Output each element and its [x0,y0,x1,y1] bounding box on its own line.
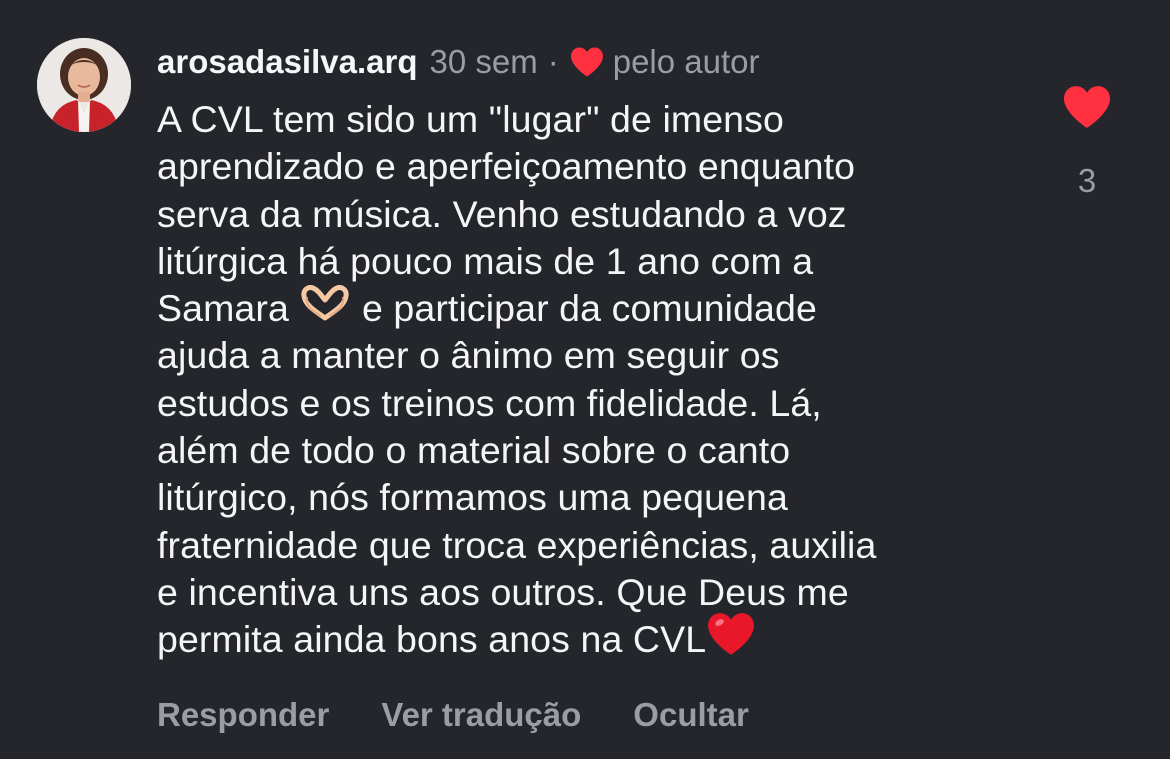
liked-by-author-label: pelo autor [612,43,760,80]
username-link[interactable]: arosadasilva.arq [157,43,418,81]
comment-actions: Responder Ver tradução Ocultar [157,696,749,734]
red-heart-emoji-icon [706,611,756,668]
translate-button[interactable]: Ver tradução [381,696,581,734]
comment-text-part-2: e participar da comunidade ajuda a mante… [157,287,877,661]
heart-hands-emoji-icon [299,284,351,332]
comment-time: 30 sem [429,43,538,80]
like-heart-icon[interactable] [1061,84,1113,130]
avatar[interactable] [37,38,131,132]
comment-meta: arosadasilva.arq 30 sem · pelo autor [157,40,1037,84]
like-count[interactable]: 3 [1060,162,1114,200]
avatar-image [37,38,131,132]
comment-text: A CVL tem sido um "lugar" de imenso apre… [157,96,1027,668]
author-liked-heart-icon [569,46,605,78]
comment-content: arosadasilva.arq 30 sem · pelo autor A C… [157,40,1037,668]
like-area: 3 [1060,84,1114,200]
separator-dot: · [547,43,559,80]
reply-button[interactable]: Responder [157,696,329,734]
hide-button[interactable]: Ocultar [633,696,749,734]
comment: arosadasilva.arq 30 sem · pelo autor A C… [0,0,1170,759]
